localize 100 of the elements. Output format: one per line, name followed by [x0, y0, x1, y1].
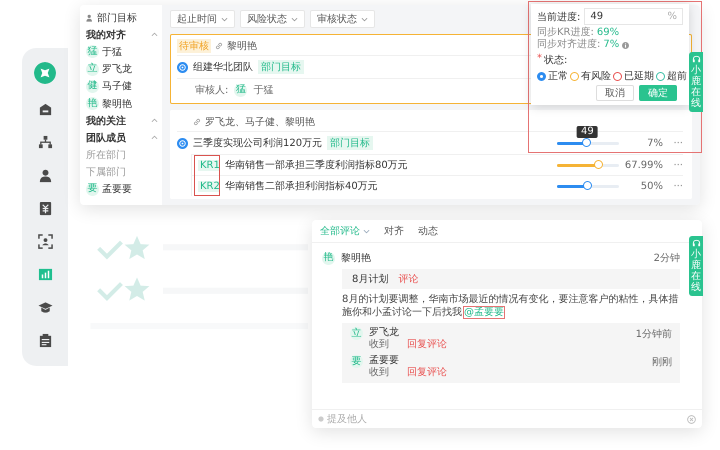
kr-tag: KR1 — [198, 160, 220, 170]
nav-item[interactable]: 部门目标 — [97, 10, 137, 25]
document-icon[interactable] — [38, 333, 52, 348]
progress-input[interactable]: 49 % — [584, 8, 683, 25]
sync-value: 69% — [596, 27, 620, 39]
quote-title: 8月计划 — [352, 272, 388, 286]
caret-icon — [361, 16, 368, 22]
link-icon — [215, 42, 223, 50]
status-tag: 待审核 — [177, 39, 211, 53]
at-icon — [318, 416, 324, 422]
building-icon[interactable] — [38, 102, 52, 117]
slider-thumb[interactable] — [594, 160, 604, 168]
quote-action: 评论 — [398, 273, 418, 286]
caret-icon — [291, 16, 298, 22]
sync-label: 同步对齐进度: — [537, 39, 600, 51]
info-icon[interactable] — [622, 42, 630, 48]
hierarchy-icon[interactable] — [38, 135, 52, 150]
nav-group-label[interactable]: 我的对齐 — [86, 28, 126, 42]
author-name: 黎明艳 — [341, 252, 371, 265]
reply-action: 回复评论 — [407, 367, 447, 379]
value-tooltip: 49 — [577, 126, 598, 138]
sync-label: 同步KR进度: — [537, 27, 594, 38]
status-radio[interactable]: 超前 — [656, 69, 687, 83]
objective-title[interactable]: 三季度实现公司利润120万元 — [193, 136, 322, 150]
headset-icon — [692, 55, 700, 64]
highlight-frame — [194, 155, 220, 196]
reply-time: 1分钟前 — [636, 328, 672, 341]
comment-tab[interactable]: 动态 — [418, 223, 438, 239]
nav-item[interactable]: 马子健 — [102, 79, 132, 94]
headset-icon — [692, 239, 700, 248]
category-tag: 部门目标 — [327, 136, 374, 150]
close-icon[interactable] — [687, 414, 696, 424]
cancel-button[interactable]: 取消 — [596, 85, 634, 101]
field-label: 状态: — [544, 54, 568, 67]
chevron-icon[interactable] — [151, 135, 158, 140]
target-icon — [177, 62, 188, 72]
target-icon — [177, 138, 188, 148]
reply-avatar: 立 — [350, 327, 363, 340]
kr-tag: KR2 — [198, 180, 220, 192]
unit-label: % — [667, 11, 677, 22]
nav-item[interactable]: 于猛 — [102, 44, 122, 59]
member-avatar: 健 — [86, 80, 99, 93]
reply-time: 刚刚 — [652, 356, 672, 369]
logo-icon[interactable] — [34, 62, 56, 84]
chevron-icon[interactable] — [151, 118, 158, 124]
member-avatar: 猛 — [86, 45, 99, 58]
comment-tab[interactable]: 对齐 — [384, 223, 404, 239]
person-icon[interactable] — [38, 168, 52, 183]
reply-avatar: 要 — [350, 355, 363, 368]
comment-time: 2分钟 — [654, 252, 680, 265]
reviewer-avatar: 猛 — [234, 84, 248, 96]
chevron-icon[interactable] — [151, 32, 158, 38]
key-result-title[interactable]: 华南销售二部承担利润指标40万元 — [225, 179, 378, 193]
people-icon — [86, 14, 94, 22]
filter-dropdown[interactable]: 起止时间 — [170, 10, 235, 28]
author-avatar: 艳 — [322, 252, 335, 264]
reply-text: 收到 — [369, 367, 389, 379]
nav-item[interactable]: 孟要要 — [102, 182, 132, 196]
category-tag: 部门目标 — [258, 60, 304, 74]
filter-dropdown[interactable]: 风险状态 — [240, 10, 305, 28]
member-avatar: 立 — [86, 62, 99, 76]
field-label: 当前进度: — [537, 10, 580, 24]
progress-value: 50% — [640, 180, 663, 192]
input-value: 49 — [590, 11, 604, 22]
graduation-cap-icon[interactable] — [38, 300, 52, 315]
status-radio[interactable]: 正常 — [537, 69, 568, 83]
progress-value: 7% — [646, 138, 663, 148]
progress-value: 67.99% — [624, 160, 663, 170]
bar-chart-icon[interactable] — [38, 267, 52, 282]
caret-icon — [221, 16, 228, 22]
status-radio[interactable]: 有风险 — [570, 69, 611, 83]
reply-action: 回复评论 — [407, 339, 447, 351]
aligned-names: 黎明艳 — [227, 40, 257, 53]
scan-icon[interactable] — [38, 234, 52, 249]
more-menu[interactable]: ··· — [663, 138, 683, 148]
money-icon[interactable] — [38, 201, 52, 216]
reviewer-name: 于猛 — [253, 84, 274, 97]
nav-item[interactable]: 罗飞龙 — [102, 62, 132, 76]
objective-title[interactable]: 组建华北团队 — [193, 60, 253, 74]
filter-dropdown[interactable]: 审核状态 — [310, 10, 375, 28]
nav-group-label[interactable]: 我的关注 — [86, 114, 126, 128]
reviewer-label: 审核人: — [195, 84, 228, 97]
required-mark: * — [537, 53, 542, 66]
status-radio[interactable]: 已延期 — [613, 69, 654, 83]
link-icon — [193, 118, 201, 126]
more-menu[interactable]: ··· — [663, 160, 683, 170]
sync-value: 7% — [603, 39, 620, 51]
nav-group-label[interactable]: 团队成员 — [86, 130, 126, 145]
aligned-names: 罗飞龙、马子健、黎明艳 — [205, 116, 315, 129]
nav-item[interactable]: 黎明艳 — [102, 96, 132, 111]
reply-author: 孟要要 — [369, 355, 400, 367]
key-result-title[interactable]: 华南销售一部承担三季度利润指标80万元 — [225, 158, 408, 172]
reply-text: 收到 — [369, 339, 389, 351]
slider-thumb[interactable] — [583, 180, 592, 190]
comment-text: 8月的计划要调整，华南市场最近的情况有变化，要注意客户的粘性，具体措施你和小孟讨论一下后找我 @孟要要 — [342, 293, 680, 319]
member-avatar: 艳 — [86, 97, 99, 110]
more-menu[interactable]: ··· — [663, 180, 683, 192]
mention-input[interactable]: 提及他人 — [327, 414, 684, 424]
reply-author: 罗飞龙 — [369, 327, 400, 339]
member-avatar: 要 — [86, 182, 99, 196]
